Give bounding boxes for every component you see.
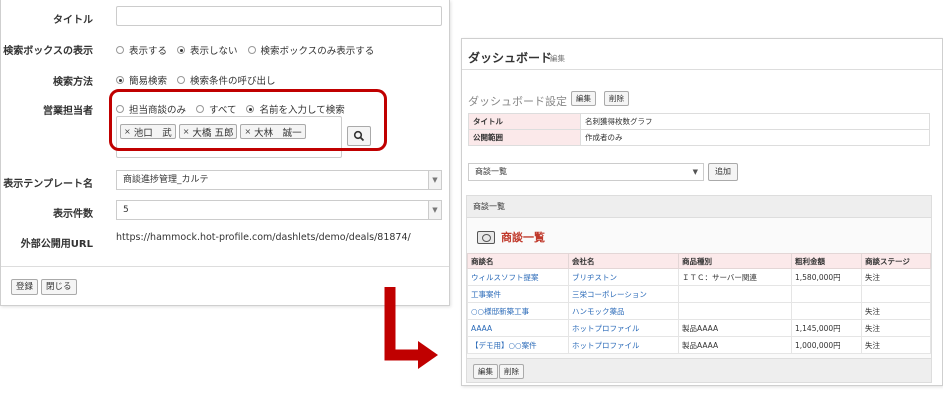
template-label: 表示テンプレート名 [3,179,93,190]
count-select[interactable]: 5 ▼ [116,200,442,220]
table-row: タイトル 名刺獲得枚数グラフ [468,113,930,130]
money-icon [477,230,495,244]
dashboard-setting-label: ダッシュボード設定 [468,95,567,108]
deal-name-link[interactable]: ○○様邸新築工事 [471,307,529,316]
sales-rep-label: 営業担当者 [43,106,93,117]
company-link[interactable]: ブリヂストン [572,273,617,282]
settings-value: 名刺獲得枚数グラフ [580,113,930,130]
company-link[interactable]: ホットプロファイル [572,324,640,333]
title-input[interactable] [116,6,442,26]
count-label: 表示件数 [53,209,93,220]
widget-title: 商談一覧 [477,229,545,245]
deal-stage-cell [861,285,931,303]
radio-selected-icon[interactable] [116,76,124,84]
radio-selected-icon[interactable] [177,46,186,54]
dropdown-arrow-icon[interactable]: ▼ [428,171,441,189]
deal-list-widget: 商談一覧 商談一覧 商談名 会社名 商品種別 粗利金額 商談ステージ ウィルスソ… [466,195,932,383]
deal-stage-cell: 失注 [861,268,931,286]
table-row: AAAA ホットプロファイル 製品AAAA 1,145,000円 失注 [467,319,931,337]
url-label: 外部公開用URL [20,239,93,250]
table-header-row: 商談名 会社名 商品種別 粗利金額 商談ステージ [467,253,931,269]
dashboard-title: ダッシュボード [468,51,553,65]
widget-type-select[interactable]: 商談一覧 ▼ [468,163,704,181]
deal-name-link[interactable]: 【デモ用】○○案件 [471,341,537,350]
deal-stage-cell: 失注 [861,336,931,354]
dashboard-title-edit-link[interactable]: 編集 [550,53,565,64]
deal-stage-cell: 失注 [861,302,931,320]
dashboard-panel: ダッシュボード 編集 ダッシュボード設定 編集 削除 タイトル 名刺獲得枚数グラ… [461,38,943,386]
divider [462,69,942,70]
radio-option-saved-search[interactable]: 検索条件の呼び出し [177,73,276,87]
deal-stage-cell: 失注 [861,319,931,337]
product-type-cell [678,302,792,320]
settings-key: タイトル [468,113,581,130]
title-label: タイトル [53,15,93,26]
radio-icon[interactable] [116,46,124,54]
radio-icon[interactable] [177,76,186,84]
search-box-radio-group: 表示する 表示しない 検索ボックスのみ表示する [116,43,384,57]
register-button[interactable]: 登録 [11,279,39,295]
deal-table: 商談名 会社名 商品種別 粗利金額 商談ステージ ウィルスソフト提案 ブリヂスト… [467,253,931,354]
close-button[interactable]: 閉じる [41,279,77,295]
table-row: ウィルスソフト提案 ブリヂストン ＩＴＣ：サーバー関連 1,580,000円 失… [467,268,931,286]
add-widget-button[interactable]: 追加 [708,163,738,181]
dropdown-arrow-icon[interactable]: ▼ [693,164,698,180]
column-header[interactable]: 商品種別 [678,253,792,269]
gross-profit-cell: 1,580,000円 [791,268,862,286]
company-link[interactable]: ハンモック薬品 [572,307,625,316]
widget-header: 商談一覧 [467,196,931,218]
table-row: ○○様邸新築工事 ハンモック薬品 失注 [467,302,931,320]
widget-delete-button[interactable]: 削除 [499,364,524,379]
edit-settings-button[interactable]: 編集 [571,91,596,106]
highlight-frame [109,89,387,151]
radio-option-hide[interactable]: 表示しない [177,43,238,57]
product-type-cell [678,285,792,303]
company-link[interactable]: ホットプロファイル [572,341,640,350]
transition-arrow-icon [384,287,438,369]
gross-profit-cell: 1,145,000円 [791,319,862,337]
deal-name-link[interactable]: 工事案件 [471,290,501,299]
dashlet-settings-form: タイトル 検索ボックスの表示 表示する 表示しない 検索ボックスのみ表示する 検… [0,0,450,306]
product-type-cell: 製品AAAA [678,336,792,354]
delete-settings-button[interactable]: 削除 [604,91,629,106]
search-method-radio-group: 簡易検索 検索条件の呼び出し [116,73,286,87]
column-header[interactable]: 商談ステージ [861,253,931,269]
column-header[interactable]: 粗利金額 [791,253,862,269]
table-row: 【デモ用】○○案件 ホットプロファイル 製品AAAA 1,000,000円 失注 [467,336,931,354]
dropdown-arrow-icon[interactable]: ▼ [428,201,441,219]
search-method-label: 検索方法 [53,77,93,88]
gross-profit-cell: 1,000,000円 [791,336,862,354]
column-header[interactable]: 商談名 [467,253,569,269]
search-box-label: 検索ボックスの表示 [3,46,93,57]
gross-profit-cell [791,285,862,303]
product-type-cell: 製品AAAA [678,319,792,337]
dashboard-settings-table: タイトル 名刺獲得枚数グラフ 公開範囲 作成者のみ [468,113,930,146]
table-row: 公開範囲 作成者のみ [468,129,930,146]
company-link[interactable]: 三栄コーポレーション [572,290,647,299]
column-header[interactable]: 会社名 [568,253,679,269]
table-row: 工事案件 三栄コーポレーション [467,285,931,303]
gross-profit-cell [791,302,862,320]
radio-option-show[interactable]: 表示する [116,43,167,57]
product-type-cell: ＩＴＣ：サーバー関連 [678,268,792,286]
footer-divider [1,266,449,267]
public-url-text: https://hammock.hot-profile.com/dashlets… [116,232,411,243]
radio-icon[interactable] [247,46,256,54]
settings-value: 作成者のみ [580,129,930,146]
settings-key: 公開範囲 [468,129,581,146]
radio-option-search-only[interactable]: 検索ボックスのみ表示する [247,43,374,57]
radio-option-simple-search[interactable]: 簡易検索 [116,73,167,87]
template-select[interactable]: 商談進捗管理_カルテ ▼ [116,170,442,190]
deal-name-link[interactable]: AAAA [471,324,492,333]
screenshot-stage: タイトル 検索ボックスの表示 表示する 表示しない 検索ボックスのみ表示する 検… [0,0,943,400]
deal-name-link[interactable]: ウィルスソフト提案 [471,273,539,282]
widget-footer: 編集 削除 [467,358,931,382]
widget-edit-button[interactable]: 編集 [473,364,498,379]
